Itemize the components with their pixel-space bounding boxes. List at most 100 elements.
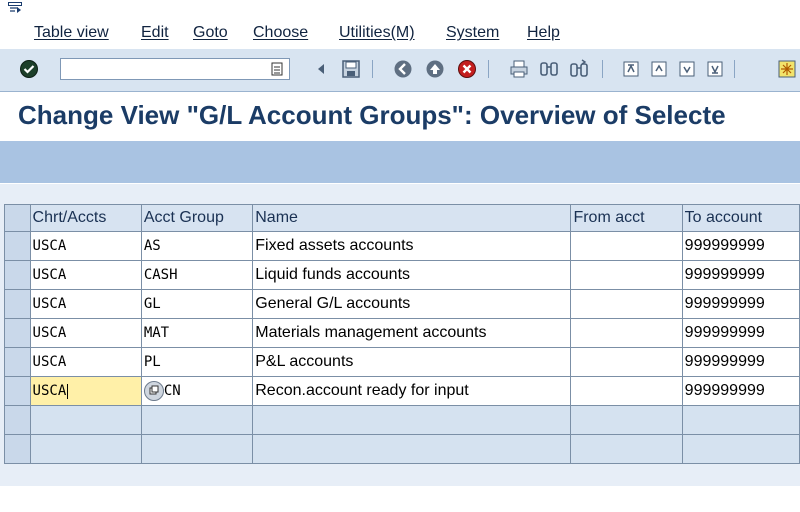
application-toolbar [0, 141, 800, 183]
row-selector[interactable] [4, 405, 31, 435]
exit-icon[interactable] [424, 58, 446, 80]
new-session-icon[interactable] [776, 58, 798, 80]
account-group-cell[interactable]: AS [140, 231, 254, 261]
text-cursor [67, 383, 69, 399]
from-account-cell[interactable] [570, 347, 683, 377]
toolbar-separator [602, 60, 603, 78]
find-next-icon[interactable] [568, 58, 590, 80]
empty-cell[interactable] [140, 434, 254, 464]
back-nav-icon[interactable] [310, 58, 332, 80]
standard-toolbar [0, 48, 800, 92]
chart-of-accounts-cell[interactable]: USCA [29, 347, 142, 377]
to-account-cell[interactable]: 999999999 [681, 376, 800, 406]
account-groups-table: Chrt/Accts Acct Group Name From acct To … [4, 204, 800, 464]
print-icon[interactable] [508, 58, 530, 80]
empty-cell[interactable] [140, 405, 254, 435]
to-account-cell[interactable]: 999999999 [681, 231, 800, 261]
menu-edit[interactable]: Edit [141, 24, 169, 42]
row-selector[interactable] [4, 347, 31, 377]
menu-table-view[interactable]: Table view [34, 24, 109, 42]
last-page-icon[interactable] [704, 58, 726, 80]
chart-of-accounts-cell[interactable]: USCA [29, 231, 142, 261]
menu-goto[interactable]: Goto [193, 24, 228, 42]
to-account-cell[interactable]: 999999999 [681, 260, 800, 290]
to-account-cell[interactable]: 999999999 [681, 318, 800, 348]
chart-of-accounts-value: USCA [32, 383, 67, 399]
table-row-empty [4, 405, 800, 435]
toolbar-separator [372, 60, 373, 78]
row-selector[interactable] [4, 231, 31, 261]
name-cell[interactable]: P&L accounts [252, 347, 572, 377]
table-row: USCA PL P&L accounts 999999999 [4, 347, 800, 377]
account-group-value: CN [163, 383, 181, 399]
empty-cell[interactable] [570, 434, 683, 464]
empty-cell[interactable] [29, 405, 142, 435]
command-field[interactable] [60, 58, 290, 80]
row-selector[interactable] [4, 318, 31, 348]
empty-cell[interactable] [681, 405, 800, 435]
from-account-cell[interactable] [570, 260, 683, 290]
chart-of-accounts-input[interactable]: USCA [29, 376, 142, 406]
row-selector[interactable] [4, 376, 31, 406]
menu-help[interactable]: Help [527, 24, 560, 42]
empty-cell[interactable] [681, 434, 800, 464]
find-icon[interactable] [538, 58, 560, 80]
cancel-icon[interactable] [456, 58, 478, 80]
account-group-cell[interactable]: CN [140, 376, 254, 406]
account-group-cell[interactable]: CASH [140, 260, 254, 290]
menu-choose[interactable]: Choose [253, 24, 308, 42]
column-header-account-group[interactable]: Acct Group [140, 204, 254, 232]
value-help-icon[interactable] [143, 381, 164, 401]
table-row: USCA MAT Materials management accounts 9… [4, 318, 800, 348]
account-group-cell[interactable]: GL [140, 289, 254, 319]
back-icon[interactable] [392, 58, 414, 80]
empty-cell[interactable] [252, 434, 572, 464]
column-header-chart-of-accounts[interactable]: Chrt/Accts [29, 204, 142, 232]
empty-cell[interactable] [252, 405, 572, 435]
table-row: USCA AS Fixed assets accounts 999999999 [4, 231, 800, 261]
table-row-empty [4, 434, 800, 464]
account-group-cell[interactable]: MAT [140, 318, 254, 348]
row-selector[interactable] [4, 289, 31, 319]
chart-of-accounts-cell[interactable]: USCA [29, 289, 142, 319]
from-account-cell[interactable] [570, 289, 683, 319]
to-account-cell[interactable]: 999999999 [681, 289, 800, 319]
row-selector[interactable] [4, 260, 31, 290]
row-selector[interactable] [4, 434, 31, 464]
menu-bar: Table view Edit Goto Choose Utilities(M)… [0, 0, 800, 48]
column-header-from-account[interactable]: From acct [570, 204, 683, 232]
name-cell[interactable]: Liquid funds accounts [252, 260, 572, 290]
system-menu-icon[interactable] [8, 2, 22, 14]
column-header-to-account[interactable]: To account [681, 204, 800, 232]
chart-of-accounts-cell[interactable]: USCA [29, 318, 142, 348]
previous-page-icon[interactable] [648, 58, 670, 80]
toolbar-separator [488, 60, 489, 78]
to-account-cell[interactable]: 999999999 [681, 347, 800, 377]
page-title: Change View "G/L Account Groups": Overvi… [18, 100, 726, 130]
name-cell[interactable]: Fixed assets accounts [252, 231, 572, 261]
select-all-cell[interactable] [4, 204, 31, 232]
empty-cell[interactable] [570, 405, 683, 435]
toolbar-separator [734, 60, 735, 78]
column-header-name[interactable]: Name [252, 204, 572, 232]
table-header-row: Chrt/Accts Acct Group Name From acct To … [4, 204, 800, 232]
empty-cell[interactable] [29, 434, 142, 464]
account-group-cell[interactable]: PL [140, 347, 254, 377]
name-cell[interactable]: Materials management accounts [252, 318, 572, 348]
table-row: USCA CN Recon.account ready for input 99… [4, 376, 800, 406]
next-page-icon[interactable] [676, 58, 698, 80]
first-page-icon[interactable] [620, 58, 642, 80]
menu-utilities[interactable]: Utilities(M) [339, 24, 415, 42]
from-account-cell[interactable] [570, 376, 683, 406]
table-row: USCA CASH Liquid funds accounts 99999999… [4, 260, 800, 290]
from-account-cell[interactable] [570, 231, 683, 261]
chart-of-accounts-cell[interactable]: USCA [29, 260, 142, 290]
enter-icon[interactable] [18, 58, 40, 80]
name-cell[interactable]: Recon.account ready for input [252, 376, 572, 406]
from-account-cell[interactable] [570, 318, 683, 348]
menu-system[interactable]: System [446, 24, 499, 42]
save-icon[interactable] [340, 58, 362, 80]
name-cell[interactable]: General G/L accounts [252, 289, 572, 319]
command-history-icon[interactable] [268, 59, 286, 79]
table-row: USCA GL General G/L accounts 999999999 [4, 289, 800, 319]
